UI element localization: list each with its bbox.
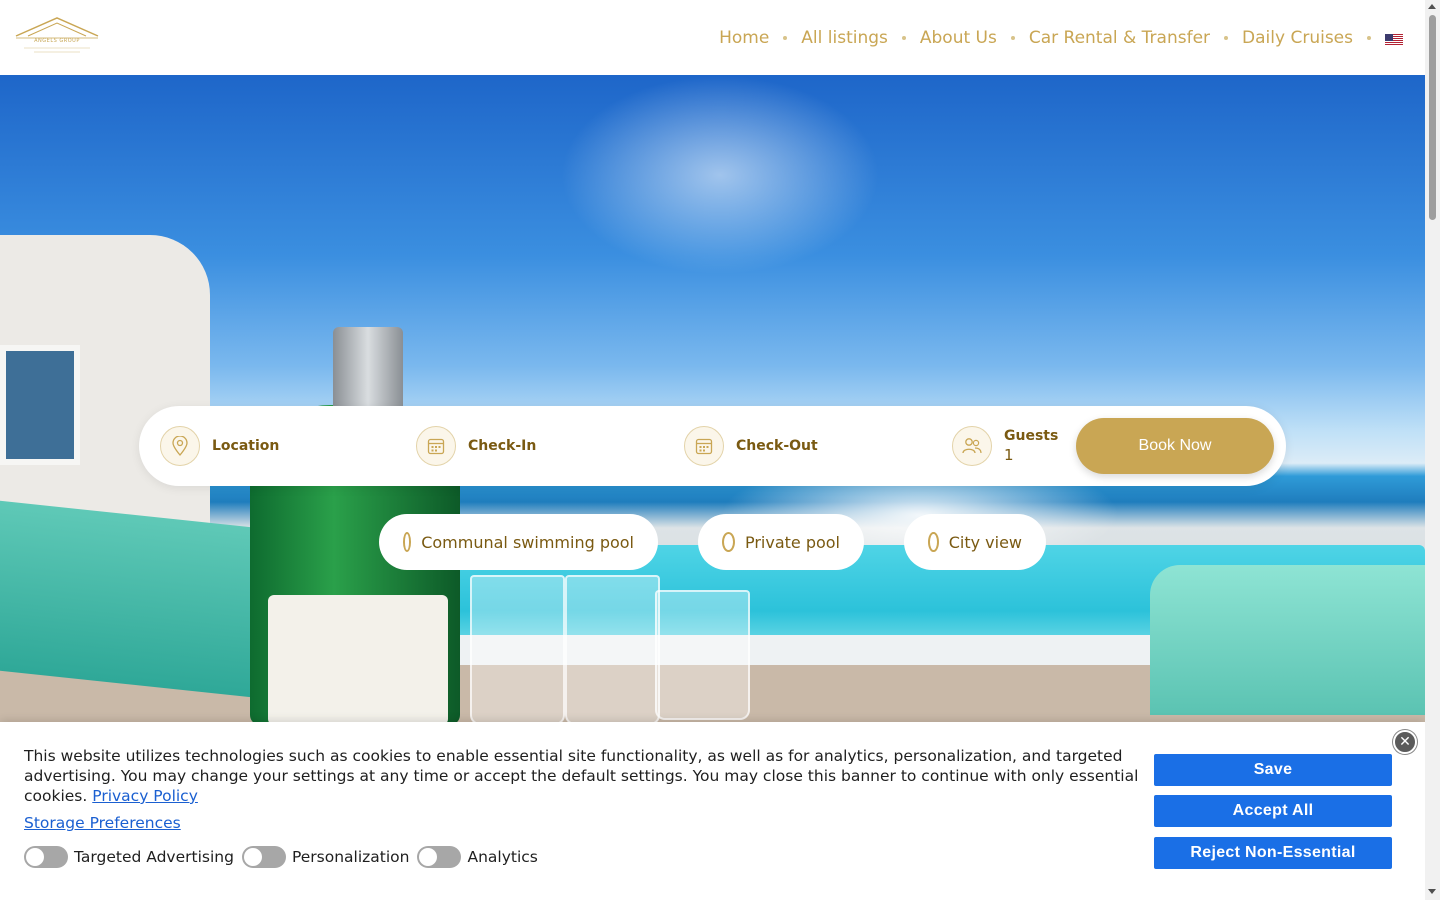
main-nav: Home All listings About Us Car Rental & … — [719, 24, 1403, 52]
guests-value: 1 — [1004, 446, 1014, 464]
nav-separator — [1367, 36, 1371, 40]
nav-home[interactable]: Home — [719, 28, 769, 48]
scroll-down-icon[interactable] — [1428, 889, 1436, 894]
nav-all-listings[interactable]: All listings — [801, 28, 888, 48]
checkin-field[interactable]: Check-In — [416, 426, 536, 466]
us-flag-icon[interactable] — [1385, 32, 1403, 45]
cookie-banner: This website utilizes technologies such … — [0, 722, 1425, 900]
nav-separator — [1224, 36, 1229, 40]
location-field[interactable]: Location — [160, 426, 279, 466]
guests-field[interactable]: Guests 1 — [952, 426, 1058, 466]
logo-text: ANGELS GROUP — [34, 38, 80, 44]
page-scrollbar[interactable] — [1425, 0, 1440, 900]
nav-separator — [1010, 36, 1015, 40]
scroll-up-icon[interactable] — [1428, 4, 1436, 9]
book-now-button[interactable]: Book Now — [1076, 418, 1274, 474]
radio-icon — [722, 532, 735, 552]
radio-icon — [928, 532, 939, 552]
reject-non-essential-button[interactable]: Reject Non-Essential — [1154, 837, 1392, 869]
site-header: ANGELS GROUP Home All listings About Us … — [0, 0, 1425, 75]
privacy-policy-link[interactable]: Privacy Policy — [92, 787, 198, 805]
calendar-icon — [684, 426, 724, 466]
storage-preferences-link[interactable]: Storage Preferences — [24, 814, 181, 832]
checkout-label: Check-Out — [736, 438, 818, 454]
filter-communal-pool[interactable]: Communal swimming pool — [379, 514, 658, 570]
nav-separator — [901, 36, 906, 40]
cookie-message: This website utilizes technologies such … — [24, 747, 1139, 805]
filter-city-view[interactable]: City view — [904, 514, 1046, 570]
accept-all-button[interactable]: Accept All — [1154, 795, 1392, 827]
location-label: Location — [212, 438, 280, 454]
targeted-advertising-toggle[interactable] — [24, 846, 68, 868]
hero-image — [0, 75, 1425, 722]
search-bar: Location Check-In Check-Out Guests 1 Boo… — [139, 406, 1286, 486]
personalization-toggle[interactable] — [241, 846, 286, 868]
guests-icon — [952, 426, 992, 466]
save-button[interactable]: Save — [1154, 754, 1392, 786]
filter-private-pool[interactable]: Private pool — [698, 514, 864, 570]
brand-logo[interactable] — [14, 14, 100, 58]
location-pin-icon — [160, 426, 200, 466]
checkout-field[interactable]: Check-Out — [684, 426, 818, 466]
logo-roof-icon — [15, 17, 99, 53]
close-icon[interactable]: ✕ — [1393, 730, 1417, 754]
nav-daily-cruises[interactable]: Daily Cruises — [1242, 28, 1353, 48]
analytics-toggle[interactable] — [417, 846, 462, 868]
nav-separator — [783, 36, 788, 40]
scroll-thumb[interactable] — [1429, 15, 1436, 220]
nav-about-us[interactable]: About Us — [920, 28, 997, 48]
nav-car-rental[interactable]: Car Rental & Transfer — [1029, 28, 1210, 48]
checkin-label: Check-In — [468, 438, 537, 454]
radio-icon — [403, 532, 412, 552]
calendar-icon — [416, 426, 456, 466]
cookie-toggles: Targeted Advertising Personalization Ana… — [24, 846, 546, 868]
guests-label: Guests — [1004, 428, 1059, 444]
